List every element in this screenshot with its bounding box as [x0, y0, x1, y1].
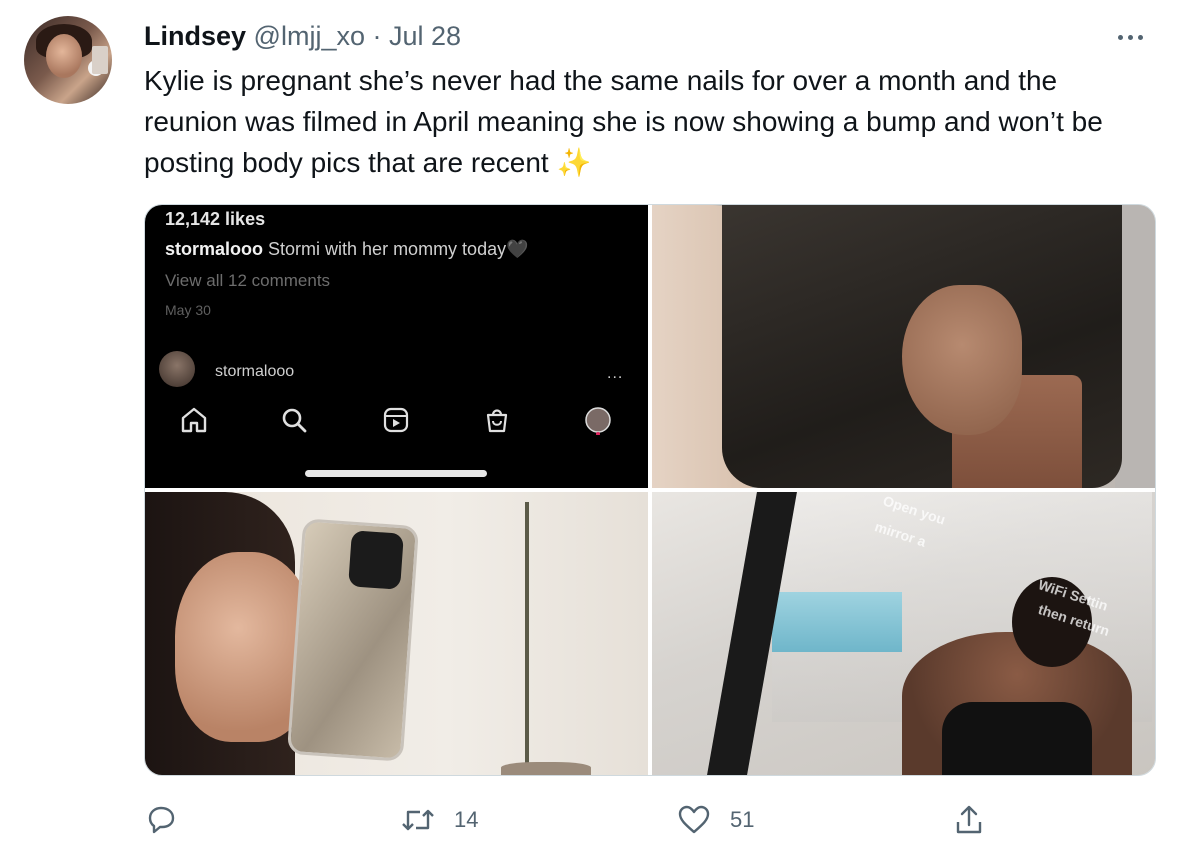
like-button[interactable]: 51 — [676, 800, 754, 840]
share-button[interactable] — [952, 800, 986, 840]
ig-likes: 12,142 likes — [165, 209, 266, 229]
author-avatar[interactable] — [24, 16, 112, 104]
tweet-date[interactable]: Jul 28 — [389, 21, 461, 51]
media-image-2[interactable] — [652, 205, 1155, 488]
retweet-icon — [400, 803, 436, 837]
search-icon — [279, 405, 309, 435]
more-icon[interactable] — [1108, 22, 1152, 52]
like-count: 51 — [730, 807, 755, 832]
tweet-text: Kylie is pregnant she’s never had the sa… — [144, 65, 1103, 178]
media-image-4[interactable]: Open you mirror a WiFi Settin then retur… — [652, 492, 1155, 775]
profile-avatar-icon — [583, 405, 613, 435]
tweet-actions: 14 51 — [0, 794, 1182, 846]
reply-button[interactable] — [144, 800, 196, 840]
home-indicator — [305, 470, 487, 477]
shop-icon — [482, 405, 512, 435]
share-icon — [952, 803, 986, 837]
ig-more: ... — [607, 365, 624, 382]
ig-view-comments: View all 12 comments — [165, 271, 331, 290]
media-image-3[interactable] — [145, 492, 648, 775]
ig-story-avatar — [159, 351, 195, 387]
ig-caption-emoji: 🖤 — [506, 239, 529, 259]
media-grid: 12,142 likes stormalooo Stormi with her … — [144, 204, 1156, 776]
retweet-count: 14 — [454, 807, 479, 832]
author-handle[interactable]: @lmjj_xo — [254, 21, 365, 51]
ig-nav-bar — [145, 391, 648, 445]
retweet-button[interactable]: 14 — [400, 800, 478, 840]
tweet-header: Lindsey @lmjj_xo · Jul 28 — [144, 18, 461, 54]
reels-icon — [381, 405, 411, 435]
ig-post-date: May 30 — [165, 302, 211, 318]
home-icon — [179, 405, 209, 435]
separator: · — [372, 21, 382, 51]
like-icon — [676, 803, 712, 837]
ig-caption-text: Stormi with her mommy today — [268, 239, 507, 259]
media-image-1[interactable]: 12,142 likes stormalooo Stormi with her … — [145, 205, 648, 488]
ig-caption-user: stormalooo — [165, 239, 264, 259]
reply-icon — [144, 803, 178, 837]
ig-story-user: stormalooo — [215, 363, 295, 380]
ig-caption: stormalooo Stormi with her mommy today🖤 — [165, 239, 529, 260]
author-name[interactable]: Lindsey — [144, 21, 246, 51]
